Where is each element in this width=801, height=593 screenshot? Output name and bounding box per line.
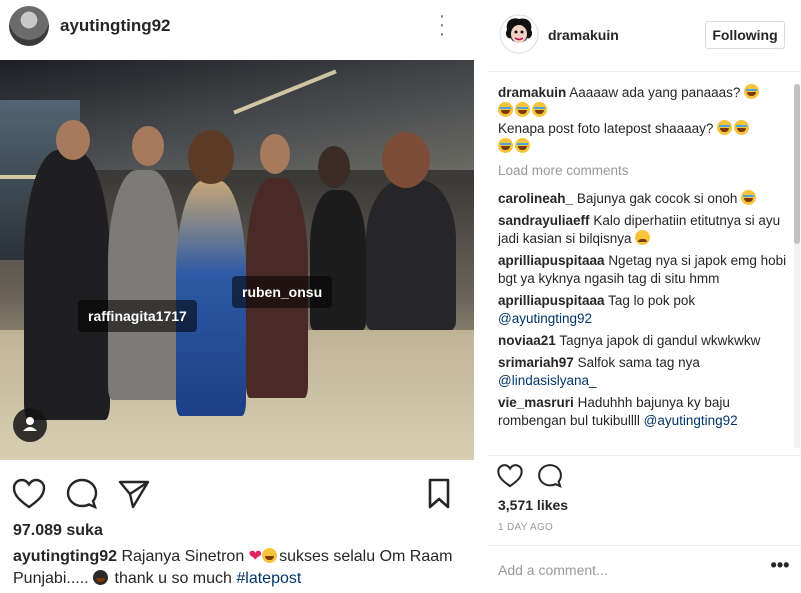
person-head xyxy=(260,134,290,174)
comment-text: Salfok sama tag nya xyxy=(577,355,700,370)
likes-count[interactable]: 97.089 suka xyxy=(13,522,103,540)
crying-laughing-emoji-icon xyxy=(734,120,750,135)
comment-username[interactable]: vie_masruri xyxy=(498,395,574,410)
list-item: sandrayuliaeff Kalo diperhatiin etitutny… xyxy=(498,212,788,248)
person-head xyxy=(382,132,430,188)
caption-text: Rajanya Sinetron xyxy=(121,548,245,565)
more-options-icon[interactable]: · · · xyxy=(432,6,452,44)
like-heart-icon[interactable] xyxy=(496,462,524,490)
owner-comment: dramakuin Aaaaaw ada yang panaaas? Kenap… xyxy=(498,84,788,156)
comment-bubble-icon[interactable] xyxy=(64,476,100,512)
photo-tag[interactable]: raffinagita1717 xyxy=(78,300,197,332)
post-timestamp[interactable]: 1 DAY AGO xyxy=(498,522,553,533)
frowning-emoji-icon xyxy=(635,230,651,245)
caption-text: thank u so much xyxy=(114,570,232,587)
add-comment-bar: ••• xyxy=(488,545,801,593)
avatar[interactable] xyxy=(9,6,49,46)
list-item: carolineah_ Bajunya gak cocok si onoh xyxy=(498,190,788,208)
crying-laughing-emoji-icon xyxy=(744,84,760,99)
list-item: vie_masruri Haduhhh bajunya ky baju romb… xyxy=(498,394,788,430)
comment-mention[interactable]: @ayutingting92 xyxy=(644,413,738,428)
caption-username[interactable]: ayutingting92 xyxy=(13,548,117,565)
following-button[interactable]: Following xyxy=(705,21,785,49)
comment-input[interactable] xyxy=(498,560,758,580)
load-more-comments-link[interactable]: Load more comments xyxy=(498,162,788,180)
heart-emoji-icon: ❤ xyxy=(248,548,263,565)
avatar[interactable] xyxy=(499,14,539,54)
more-options-icon[interactable]: ••• xyxy=(768,556,792,578)
post-header: ayutingting92 · · · xyxy=(0,0,476,56)
list-item: aprilliapuspitaaa Tag lo pok pok @ayutin… xyxy=(498,292,788,328)
save-bookmark-icon[interactable] xyxy=(421,476,457,512)
detail-header: dramakuin Following xyxy=(488,0,801,72)
crying-laughing-emoji-icon xyxy=(532,102,547,117)
crying-laughing-emoji-icon xyxy=(498,102,513,117)
comment-username[interactable]: srimariah97 xyxy=(498,355,574,370)
comment-mention[interactable]: @ayutingting92 xyxy=(498,311,592,326)
comment-username[interactable]: sandrayuliaeff xyxy=(498,213,590,228)
list-item: aprilliapuspitaaa Ngetag nya si japok em… xyxy=(498,252,788,288)
caption-hashtag[interactable]: #latepost xyxy=(236,570,301,587)
list-item: noviaa21 Tagnya japok di gandul wkwkwkw xyxy=(498,332,788,350)
post-photo[interactable]: ruben_onsu raffinagita1717 xyxy=(0,60,474,460)
comment-username[interactable]: noviaa21 xyxy=(498,333,556,348)
comment-username[interactable]: aprilliapuspitaaa xyxy=(498,293,605,308)
crying-laughing-emoji-icon xyxy=(741,190,757,205)
person-head xyxy=(56,120,90,160)
crying-laughing-emoji-icon xyxy=(717,120,733,135)
crying-laughing-emoji-icon xyxy=(498,138,513,153)
likes-count[interactable]: 3,571 likes xyxy=(498,497,568,513)
post-panel: ayutingting92 · · · ruben_onsu raffinagita… xyxy=(0,0,476,593)
person-head xyxy=(132,126,164,166)
comments-list: dramakuin Aaaaaw ada yang panaaas? Kenap… xyxy=(498,84,788,448)
detail-panel: dramakuin Following dramakuin Aaaaaw ada… xyxy=(488,0,801,593)
post-actions xyxy=(0,462,476,522)
crying-laughing-emoji-icon xyxy=(515,102,530,117)
comment-username[interactable]: carolineah_ xyxy=(498,191,573,206)
hug-emoji-icon xyxy=(262,548,278,563)
post-username[interactable]: ayutingting92 xyxy=(60,16,171,36)
person xyxy=(24,150,110,420)
person-emoji-icon xyxy=(93,570,109,585)
list-item: srimariah97 Salfok sama tag nya @lindasi… xyxy=(498,354,788,390)
comment-bubble-icon[interactable] xyxy=(536,462,564,490)
person xyxy=(366,180,456,330)
detail-username[interactable]: dramakuin xyxy=(548,27,619,43)
photo-tag[interactable]: ruben_onsu xyxy=(232,276,333,308)
comment-username[interactable]: dramakuin xyxy=(498,85,566,100)
person-head xyxy=(188,130,234,184)
person-head xyxy=(318,146,350,188)
crying-laughing-emoji-icon xyxy=(515,138,530,153)
post-caption: ayutingting92 Rajanya Sinetron ❤ sukses s… xyxy=(13,546,468,590)
comments-scrollbar[interactable] xyxy=(794,84,800,448)
tagged-users-icon[interactable] xyxy=(13,408,47,442)
comment-text: Tag lo pok pok xyxy=(608,293,696,308)
person xyxy=(310,190,366,330)
comment-username[interactable]: aprilliapuspitaaa xyxy=(498,253,605,268)
comment-text: Aaaaaw ada yang panaaas? xyxy=(569,85,741,100)
detail-actions xyxy=(488,455,801,495)
scrollbar-thumb[interactable] xyxy=(794,84,800,244)
like-heart-icon[interactable] xyxy=(11,476,47,512)
comment-text: Kenapa post foto latepost shaaaay? xyxy=(498,121,714,136)
comment-text: Tagnya japok di gandul wkwkwkw xyxy=(559,333,761,348)
share-direct-icon[interactable] xyxy=(116,476,152,512)
person xyxy=(108,170,180,400)
comment-text: Bajunya gak cocok si onoh xyxy=(576,191,738,206)
comment-mention[interactable]: @lindasislyana_ xyxy=(498,373,597,388)
